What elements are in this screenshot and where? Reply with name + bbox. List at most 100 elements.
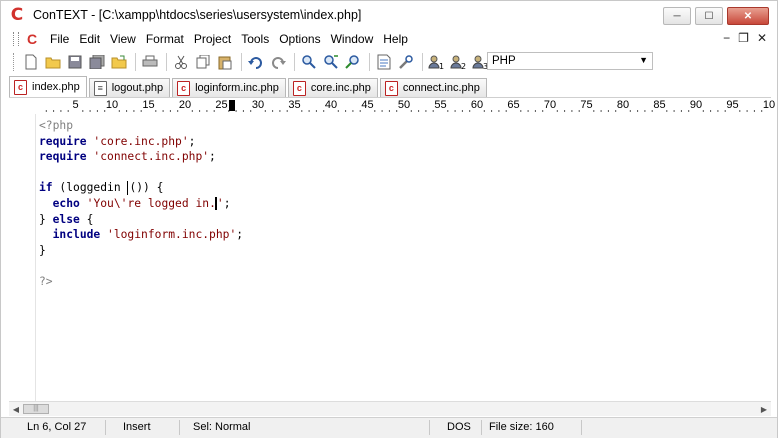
user-command-1-icon[interactable]: 1	[427, 52, 447, 72]
redo-icon[interactable]	[268, 52, 288, 72]
title-bar[interactable]: C ConTEXT - [C:\xampp\htdocs\series\user…	[1, 1, 777, 29]
cut-icon[interactable]	[171, 52, 191, 72]
php-file-icon: ≡	[93, 80, 107, 96]
menu-bar: C File Edit View Format Project Tools Op…	[1, 29, 777, 49]
svg-text:2: 2	[461, 62, 466, 70]
find-icon[interactable]	[299, 52, 319, 72]
minimize-button[interactable]: ─	[663, 7, 691, 25]
cursor-position: Ln 6, Col 27	[27, 421, 87, 433]
toolbar: 1 2 3 4 PHP ▼	[1, 49, 777, 75]
tab-loginform-inc-php[interactable]: c loginform.inc.php	[172, 78, 286, 97]
toolbar-separator	[294, 53, 295, 71]
ruler-label: 25	[215, 99, 228, 111]
code-editor[interactable]: <?php require 'core.inc.php'; require 'c…	[9, 114, 771, 401]
menu-grip-handle[interactable]	[13, 32, 19, 46]
php-file-icon: c	[14, 79, 27, 95]
file-properties-icon[interactable]	[374, 52, 394, 72]
highlighter-select[interactable]: PHP ▼	[487, 52, 653, 70]
line-endings: DOS	[447, 421, 471, 433]
tab-label: index.php	[32, 81, 80, 93]
tab-label: loginform.inc.php	[195, 82, 279, 94]
undo-icon[interactable]	[246, 52, 266, 72]
tab-label: connect.inc.php	[402, 82, 480, 94]
doc-close-icon[interactable]: ✕	[757, 31, 767, 45]
menu-tools[interactable]: Tools	[236, 29, 274, 49]
ruler-label: 55	[434, 99, 447, 111]
tab-index-php[interactable]: c index.php	[9, 76, 87, 97]
toolbar-separator	[369, 53, 370, 71]
chevron-down-icon: ▼	[639, 55, 648, 65]
tab-core-inc-php[interactable]: c core.inc.php	[287, 78, 378, 97]
doc-minimize-icon[interactable]: −	[723, 31, 730, 45]
tab-label: logout.php	[111, 82, 164, 94]
horizontal-scrollbar[interactable]: ◀ ||| ▶	[9, 401, 771, 416]
ruler-label: 65	[507, 99, 520, 111]
app-window: C ConTEXT - [C:\xampp\htdocs\series\user…	[0, 0, 778, 438]
file-tabs: c index.php ≡ logout.php c loginform.inc…	[9, 76, 489, 97]
toolbar-grip-handle[interactable]	[13, 53, 17, 71]
status-separator	[429, 420, 430, 435]
editor-gutter[interactable]	[9, 114, 36, 401]
menu-view[interactable]: View	[105, 29, 141, 49]
window-controls: ─ ☐ ✕	[663, 7, 769, 25]
ruler-label: 20	[178, 99, 192, 111]
php-file-icon: c	[177, 80, 191, 96]
document-system-menu-icon[interactable]: C	[25, 31, 39, 47]
ruler-label: 40	[324, 99, 338, 111]
minimize-icon: ─	[673, 10, 681, 22]
paste-icon[interactable]	[215, 52, 235, 72]
php-file-icon: c	[292, 80, 306, 96]
new-file-icon[interactable]	[21, 52, 41, 72]
maximize-button[interactable]: ☐	[695, 7, 723, 25]
window-title: ConTEXT - [C:\xampp\htdocs\series\usersy…	[33, 8, 362, 22]
code-line: ?>	[39, 274, 53, 288]
scroll-thumb[interactable]: |||	[23, 404, 49, 414]
code-line: if (loggedin ()) {	[39, 181, 164, 196]
php-file-icon: c	[384, 80, 398, 96]
document-window-controls: − ❐ ✕	[723, 31, 767, 45]
menu-file[interactable]: File	[45, 29, 74, 49]
user-command-2-icon[interactable]: 2	[449, 52, 469, 72]
edit-mode: Insert	[123, 421, 151, 433]
tab-logout-php[interactable]: ≡ logout.php	[88, 78, 171, 97]
find-next-icon[interactable]	[321, 52, 341, 72]
open-folder-icon[interactable]	[43, 52, 63, 72]
print-icon[interactable]	[140, 52, 160, 72]
menu-window[interactable]: Window	[326, 29, 379, 49]
tools-icon[interactable]	[396, 52, 416, 72]
ruler-label: 90	[689, 99, 703, 111]
menu-format[interactable]: Format	[141, 29, 189, 49]
copy-icon[interactable]	[193, 52, 213, 72]
close-button[interactable]: ✕	[727, 7, 769, 25]
selection-mode: Sel: Normal	[193, 421, 251, 433]
save-all-icon[interactable]	[87, 52, 107, 72]
column-ruler: 5 10 15 20 25 30 35 40 45 50 55 60 65 70 75 80 85 90 95 10	[9, 97, 775, 115]
replace-icon[interactable]	[343, 52, 363, 72]
doc-restore-icon[interactable]: ❐	[738, 31, 749, 45]
svg-text:1: 1	[439, 62, 444, 70]
code-line: require 'core.inc.php';	[39, 134, 196, 148]
status-separator	[105, 420, 106, 435]
menu-edit[interactable]: Edit	[74, 29, 105, 49]
ruler-label: 15	[142, 99, 155, 111]
context-logo-icon: C	[10, 5, 24, 25]
scroll-right-icon[interactable]: ▶	[758, 403, 770, 415]
scroll-left-icon[interactable]: ◀	[10, 403, 22, 415]
close-icon: ✕	[743, 10, 753, 22]
open-recent-icon[interactable]	[109, 52, 129, 72]
status-separator	[481, 420, 482, 435]
code-content[interactable]: <?php require 'core.inc.php'; require 'c…	[39, 118, 243, 290]
tab-connect-inc-php[interactable]: c connect.inc.php	[379, 78, 487, 97]
ruler-label: 30	[251, 99, 265, 111]
ruler-label: 75	[580, 99, 593, 111]
maximize-icon: ☐	[704, 10, 714, 22]
ruler-label: 60	[470, 99, 484, 111]
ruler-label: 50	[397, 99, 411, 111]
save-icon[interactable]	[65, 52, 85, 72]
menu-project[interactable]: Project	[189, 29, 236, 49]
code-line: include 'loginform.inc.php';	[52, 228, 244, 242]
menu-help[interactable]: Help	[378, 29, 413, 49]
ruler-label: 80	[616, 99, 630, 111]
menu-options[interactable]: Options	[274, 29, 325, 49]
